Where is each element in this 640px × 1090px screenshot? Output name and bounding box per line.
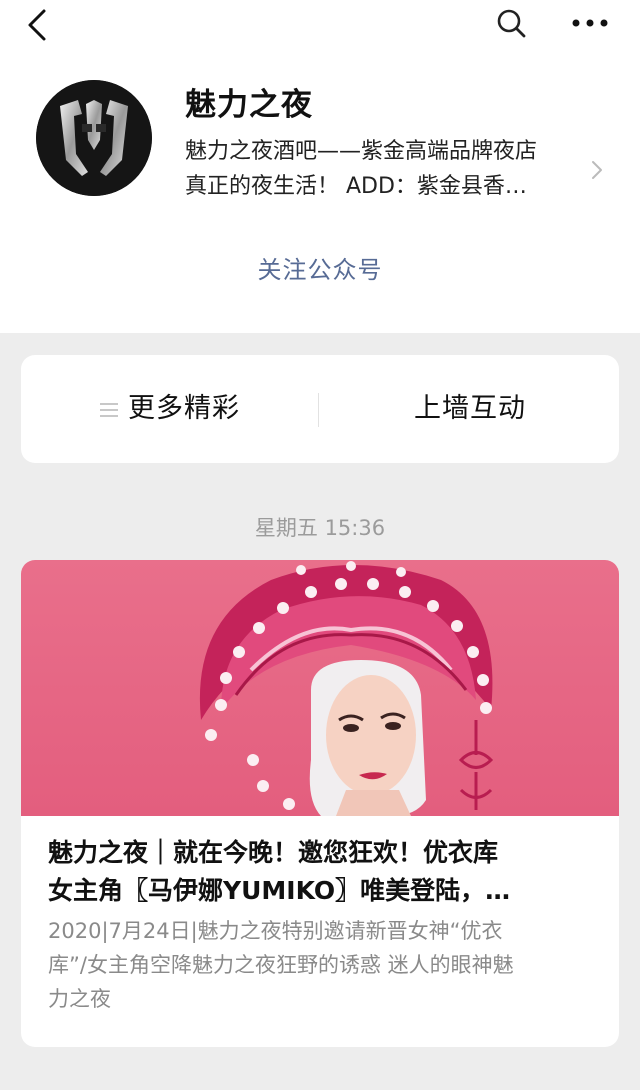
account-description[interactable]: 魅力之夜酒吧——紫金高端品牌夜店 真正的夜生活！ ADD：紫金县香…	[185, 134, 585, 204]
chevron-right-icon[interactable]	[588, 158, 606, 182]
article-summary-line: 2020|7月24日|魅力之夜特别邀请新晋女神“优衣	[48, 919, 503, 943]
message-timestamp: 星期五 15:36	[254, 516, 386, 540]
logo-icon	[36, 80, 152, 196]
menu-divider	[318, 393, 319, 427]
account-description-line: 魅力之夜酒吧——紫金高端品牌夜店	[185, 139, 538, 164]
more-icon[interactable]	[570, 8, 610, 38]
menu-more-label: 更多精彩	[128, 393, 240, 424]
menu-more-button[interactable]: 更多精彩	[21, 355, 319, 463]
account-menu: 更多精彩 上墙互动	[21, 355, 619, 463]
back-icon[interactable]	[22, 8, 52, 42]
menu-wall-label: 上墙互动	[414, 393, 526, 424]
avatar[interactable]	[36, 80, 152, 196]
article-title-line: 魅力之夜｜就在今晚！邀您狂欢！优衣库	[48, 838, 499, 867]
article-summary-line: 库”/女主角空降魅力之夜狂野的诱惑 迷人的眼神魅	[48, 953, 514, 977]
article-summary: 2020|7月24日|魅力之夜特别邀请新晋女神“优衣 库”/女主角空降魅力之夜狂…	[48, 914, 596, 1016]
follow-button[interactable]: 关注公众号	[0, 250, 640, 285]
article-title-line: 女主角〖马伊娜YUMIKO〗唯美登陆，…	[48, 876, 511, 905]
article-title[interactable]: 魅力之夜｜就在今晚！邀您狂欢！优衣库 女主角〖马伊娜YUMIKO〗唯美登陆，…	[48, 834, 596, 910]
account-header: 魅力之夜 魅力之夜酒吧——紫金高端品牌夜店 真正的夜生活！ ADD：紫金县香… …	[0, 0, 640, 333]
account-description-line: 真正的夜生活！ ADD：紫金县香…	[185, 174, 527, 199]
search-icon[interactable]	[494, 6, 528, 40]
menu-lines-icon	[100, 402, 118, 417]
article-card[interactable]: 魅力之夜｜就在今晚！邀您狂欢！优衣库 女主角〖马伊娜YUMIKO〗唯美登陆，… …	[21, 560, 619, 1047]
cover-illustration	[199, 561, 494, 816]
account-name: 魅力之夜	[185, 87, 313, 123]
article-summary-line: 力之夜	[48, 987, 111, 1011]
article-cover-image[interactable]	[21, 560, 619, 816]
menu-wall-button[interactable]: 上墙互动	[321, 355, 619, 463]
